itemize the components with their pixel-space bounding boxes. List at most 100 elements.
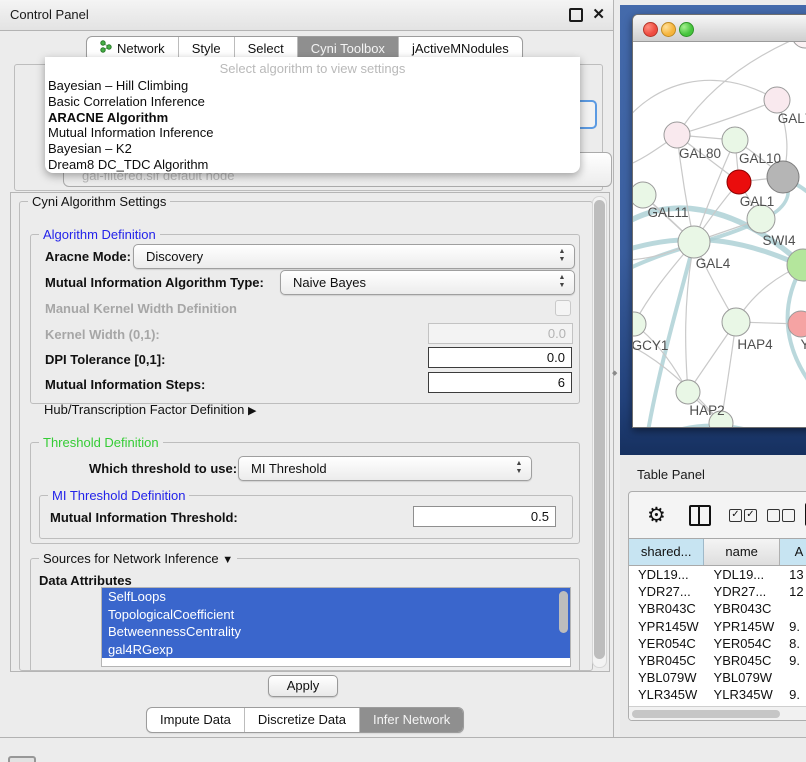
aracne-mode-label: Aracne Mode: [45,249,131,264]
corner-button[interactable] [8,756,36,762]
expand-right-icon: ▶ [248,405,256,417]
mi-type-combo[interactable]: Naive Bayes ▲▼ [280,270,575,295]
dpi-tolerance-input[interactable]: 0.0 [428,347,572,368]
close-traffic-light-icon[interactable] [643,22,658,37]
float-window-icon[interactable] [569,8,583,22]
network-canvas[interactable]: GAL7 GAL80 GAL10 GAL1 GAL11 SWI4 GAL4 HA… [633,42,806,427]
algorithm-prompt: Select algorithm to view settings [45,57,580,78]
table-panel-title: Table Panel [637,467,705,482]
column-header-name[interactable]: name [704,539,779,565]
mi-steps-label: Mutual Information Steps: [45,377,205,392]
which-threshold-label: Which threshold to use: [89,461,237,476]
mi-threshold-input[interactable]: 0.5 [413,506,556,527]
close-icon[interactable]: ✕ [592,5,605,23]
collapse-down-icon: ▼ [222,554,233,566]
aracne-mode-combo[interactable]: Discovery ▲▼ [133,244,575,269]
attribute-item[interactable]: gal4RGexp [102,641,570,659]
node-gal1[interactable] [747,205,775,233]
algorithm-option[interactable]: Bayesian – K2 [45,141,580,157]
gear-icon[interactable]: ⚙ [647,503,666,528]
tab-impute-data[interactable]: Impute Data [147,708,244,732]
table-hscroll-thumb[interactable] [632,710,780,718]
node-label: GAL4 [696,256,731,271]
sources-group: Sources for Network Inference ▼ Data Att… [30,558,580,672]
table-row[interactable]: YBL079W YBL079W [629,669,806,686]
attribute-item[interactable]: TopologicalCoefficient [102,606,570,624]
tab-discretize-data[interactable]: Discretize Data [244,708,359,732]
algorithm-option-selected[interactable]: ARACNE Algorithm [45,110,580,126]
panel-title: Control Panel [10,7,89,22]
data-attributes-label: Data Attributes [39,573,132,588]
manual-kernel-label: Manual Kernel Width Definition [45,301,237,316]
threshold-definition-group: Threshold Definition Which threshold to … [30,442,580,544]
table-row[interactable]: YLR345W YLR345W 9. [629,686,806,703]
node-label: HAP2 [689,403,724,418]
hub-definition-toggle[interactable]: Hub/Transcription Factor Definition ▶ [44,402,256,417]
algorithm-option[interactable]: Mutual Information Inference [45,125,580,141]
mi-threshold-definition-group: MI Threshold Definition Mutual Informati… [39,495,573,539]
which-threshold-combo[interactable]: MI Threshold ▲▼ [238,456,532,481]
node-label: GAL1 [740,194,775,209]
attribute-item[interactable]: SelfLoops [102,588,570,606]
column-header-clipped[interactable]: A [780,539,806,565]
tab-infer-network[interactable]: Infer Network [359,708,463,732]
control-panel-titlebar[interactable]: Control Panel ✕ [0,0,613,31]
dpi-tolerance-label: DPI Tolerance [0,1]: [45,352,165,367]
network-graph: GAL7 GAL80 GAL10 GAL1 GAL11 SWI4 GAL4 HA… [633,42,806,427]
table-horizontal-scrollbar[interactable] [629,706,806,720]
split-columns-icon[interactable] [689,505,711,526]
control-panel-window: Control Panel ✕ Network Style Se [0,0,614,737]
minimize-traffic-light-icon[interactable] [661,22,676,37]
node-gal7[interactable] [764,87,790,113]
table-row[interactable]: YDR27... YDR27... 12 [629,583,806,600]
node-gal4[interactable] [678,226,710,258]
algorithm-option[interactable]: Bayesian – Hill Climbing [45,78,580,94]
node-label: GAL7 [778,111,806,126]
table-toolbar: ⚙ ✓✓ [629,492,806,538]
list-scrollbar[interactable] [559,591,568,633]
kernel-width-input[interactable]: 0.0 [428,323,573,344]
table-grid: shared... name A YDL19... YDL19... 13 YD… [629,538,806,720]
threshold-definition-title: Threshold Definition [39,435,163,450]
cyni-settings-panel: Cyni Algorithm Settings Algorithm Defini… [10,192,610,672]
deselect-all-checkboxes-icon[interactable] [767,509,797,523]
table-panel: Table Panel ⚙ ✓✓ shared... name A [620,455,806,737]
network-view-window[interactable]: GAL7 GAL80 GAL10 GAL1 GAL11 SWI4 GAL4 HA… [632,14,806,428]
node-red-selected[interactable] [727,170,751,194]
group-title: Cyni Algorithm Settings [28,194,170,209]
mi-steps-input[interactable]: 6 [428,372,572,393]
manual-kernel-checkbox[interactable] [555,300,571,316]
splitter-handle[interactable]: ◆ [612,370,616,377]
node-gal10[interactable] [722,127,748,153]
table-row[interactable]: YER054C YER054C 8. [629,635,806,652]
node-hap2[interactable] [676,380,700,404]
network-window-titlebar[interactable] [633,15,806,42]
kernel-width-label: Kernel Width (0,1): [45,327,160,342]
table-row[interactable]: YDL19... YDL19... 13 [629,566,806,583]
apply-button[interactable]: Apply [268,675,338,697]
zoom-traffic-light-icon[interactable] [679,22,694,37]
node-hap4[interactable] [722,308,750,336]
table-row[interactable]: YPR145W YPR145W 9. [629,618,806,635]
settings-scrollbar-thumb[interactable] [594,200,605,659]
algorithm-option[interactable]: Dream8 DC_TDC Algorithm [45,157,580,173]
node[interactable] [792,42,806,48]
bottom-divider [0,737,806,738]
column-header-shared[interactable]: shared... [629,539,704,565]
select-all-checkboxes-icon[interactable]: ✓✓ [729,509,759,523]
sources-title[interactable]: Sources for Network Inference ▼ [39,551,237,566]
algorithm-option[interactable]: Basic Correlation Inference [45,94,580,110]
node-table: ⚙ ✓✓ shared... name A YDL19... Y [628,491,806,721]
node-label: GAL80 [679,146,721,161]
node-gal80[interactable] [664,122,690,148]
data-attributes-list[interactable]: SelfLoops TopologicalCoefficient Between… [101,587,571,667]
attribute-item[interactable]: BetweennessCentrality [102,623,570,641]
node-label: HAP4 [737,337,773,352]
table-row[interactable]: YBR043C YBR043C [629,600,806,617]
stepper-icon: ▲▼ [557,274,567,290]
algorithm-dropdown-popup: Select algorithm to view settings Bayesi… [45,57,580,173]
table-header-row: shared... name A [629,538,806,566]
cyni-mode-tabbar: Impute Data Discretize Data Infer Networ… [146,707,464,733]
settings-scrollbar-track[interactable] [592,196,607,668]
table-row[interactable]: YBR045C YBR045C 9. [629,652,806,669]
